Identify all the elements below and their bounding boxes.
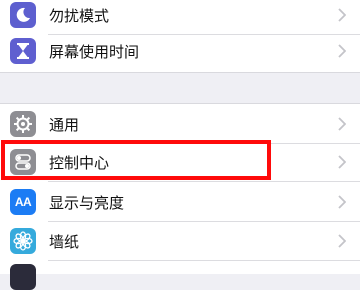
row-label: 屏幕使用时间 [49, 43, 140, 61]
gear-icon [10, 111, 36, 137]
settings-row-do-not-disturb[interactable]: 勿扰模式 [0, 0, 360, 35]
chevron-right-icon [338, 155, 346, 169]
icon-glyph: AA [14, 195, 32, 209]
moon-icon [10, 2, 36, 28]
row-label: 勿扰模式 [49, 7, 110, 25]
text-size-icon: AA [10, 189, 36, 215]
hourglass-icon [10, 38, 36, 64]
row-label: 通用 [49, 116, 80, 134]
chevron-right-icon [338, 8, 346, 22]
settings-row-control-center[interactable]: 控制中心 [0, 142, 360, 182]
row-label: 墙纸 [49, 233, 80, 251]
chevron-right-icon [338, 44, 346, 58]
partial-row-icon [10, 264, 36, 290]
settings-row-screen-time[interactable]: 屏幕使用时间 [0, 31, 360, 71]
flower-icon [10, 228, 36, 254]
chevron-right-icon [338, 234, 346, 248]
settings-row-wallpaper[interactable]: 墙纸 [0, 221, 360, 261]
row-label: 显示与亮度 [49, 194, 125, 212]
row-separator [48, 260, 360, 261]
chevron-right-icon [338, 117, 346, 131]
toggles-icon [10, 149, 36, 175]
settings-row-general[interactable]: 通用 [0, 104, 360, 144]
row-label: 控制中心 [49, 154, 110, 172]
settings-row-display-brightness[interactable]: AA 显示与亮度 [0, 182, 360, 222]
chevron-right-icon [338, 195, 346, 209]
